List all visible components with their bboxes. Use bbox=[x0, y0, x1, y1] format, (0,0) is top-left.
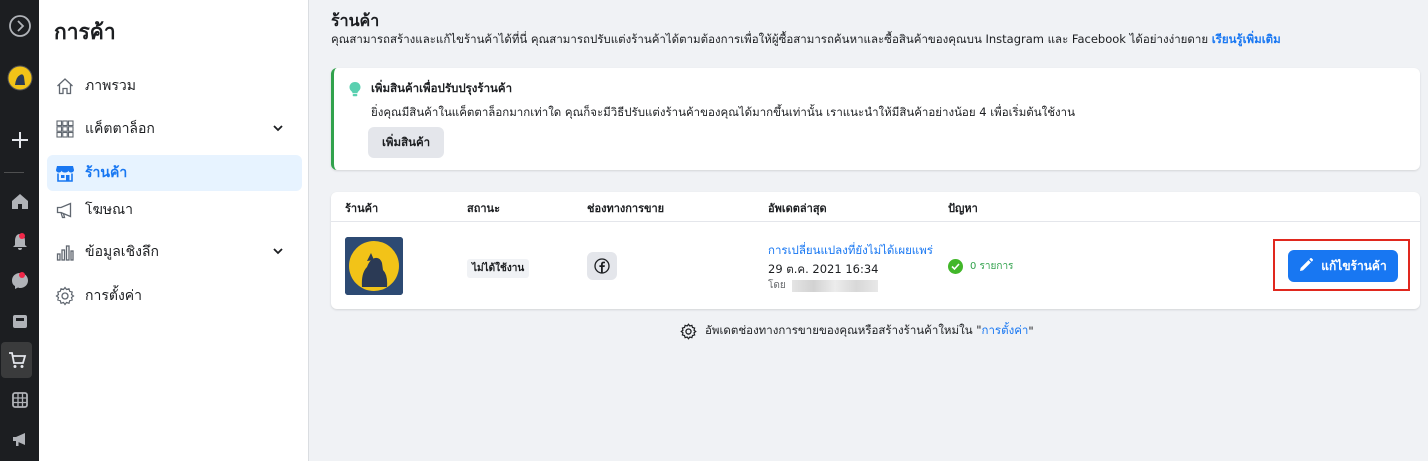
chevron-down-icon[interactable] bbox=[272, 245, 284, 261]
sidebar-item-label: ร้านค้า bbox=[85, 165, 128, 181]
sidebar-item-settings[interactable]: การตั้งค่า bbox=[47, 278, 302, 314]
shops-table: ร้านค้า สถานะ ช่องทางการขาย อัพเดตล่าสุด… bbox=[331, 192, 1420, 309]
compass-icon[interactable] bbox=[0, 8, 39, 44]
storefront-icon bbox=[55, 163, 75, 183]
megaphone-icon bbox=[55, 200, 75, 220]
sidebar-title: การค้า bbox=[54, 20, 116, 44]
updated-by-label: โดย bbox=[768, 280, 786, 291]
edit-shop-label: แก้ไขร้านค้า bbox=[1321, 258, 1387, 273]
column-header-shop: ร้านค้า bbox=[345, 202, 379, 215]
rail-divider bbox=[4, 172, 24, 173]
tip-body: ยิ่งคุณมีสินค้าในแค็ตตาล็อกมากเท่าใด คุณ… bbox=[371, 105, 1075, 119]
issues-count: 0 รายการ bbox=[948, 259, 1013, 274]
tip-title: เพิ่มสินค้าเพื่อปรับปรุงร้านค้า bbox=[371, 81, 513, 95]
cart-icon[interactable] bbox=[1, 342, 32, 378]
table-divider bbox=[331, 221, 1420, 222]
sidebar-item-insights[interactable]: ข้อมูลเชิงลึก bbox=[47, 234, 302, 270]
sidebar-item-ads[interactable]: โฆษณา bbox=[47, 192, 302, 228]
megaphone-icon[interactable] bbox=[0, 421, 39, 457]
profile-icon[interactable] bbox=[0, 60, 39, 96]
check-circle-icon bbox=[948, 259, 963, 274]
chat-icon[interactable] bbox=[0, 263, 39, 299]
page-subtitle: คุณสามารถสร้างและแก้ไขร้านค้าได้ที่นี่ ค… bbox=[331, 31, 1281, 49]
catalog-grid-icon bbox=[55, 119, 75, 139]
pages-icon[interactable] bbox=[0, 303, 39, 339]
grid-icon[interactable] bbox=[0, 382, 39, 418]
home-outline-icon bbox=[55, 76, 75, 96]
unpublished-changes-link[interactable]: การเปลี่ยนแปลงที่ยังไม่ได้เผยแพร่ bbox=[768, 242, 933, 260]
sidebar: การค้า ภาพรวม แค็ตตาล็อก ร้านค้า โฆษณา ข… bbox=[39, 0, 309, 461]
gear-icon bbox=[55, 286, 75, 306]
settings-note: อัพเดตช่องทางการขายของคุณหรือสร้างร้านค้… bbox=[680, 322, 1034, 340]
plus-icon[interactable] bbox=[0, 122, 39, 158]
facebook-icon bbox=[587, 252, 617, 280]
chevron-down-icon[interactable] bbox=[272, 122, 284, 138]
main-content: ร้านค้า คุณสามารถสร้างและแก้ไขร้านค้าได้… bbox=[310, 0, 1428, 461]
app-rail bbox=[0, 0, 39, 461]
pencil-icon bbox=[1299, 257, 1314, 275]
update-date: 29 ต.ค. 2021 16:34 bbox=[768, 262, 879, 276]
learn-more-link[interactable]: เรียนรู้เพิ่มเติม bbox=[1212, 32, 1281, 46]
sidebar-item-label: ภาพรวม bbox=[85, 78, 136, 94]
shop-thumbnail[interactable] bbox=[345, 237, 403, 295]
updated-by: โดย bbox=[768, 278, 878, 293]
issues-count-text: 0 รายการ bbox=[970, 261, 1014, 272]
bar-chart-icon bbox=[55, 242, 75, 262]
sidebar-item-label: การตั้งค่า bbox=[85, 288, 143, 304]
column-header-issues: ปัญหา bbox=[948, 202, 978, 215]
lightbulb-icon bbox=[348, 81, 362, 101]
notification-dot bbox=[19, 233, 25, 239]
edit-shop-button[interactable]: แก้ไขร้านค้า bbox=[1288, 250, 1398, 282]
tip-card: เพิ่มสินค้าเพื่อปรับปรุงร้านค้า ยิ่งคุณม… bbox=[331, 68, 1420, 170]
sidebar-item-label: ข้อมูลเชิงลึก bbox=[85, 244, 159, 260]
settings-note-suffix: " bbox=[1028, 324, 1034, 338]
message-dot bbox=[19, 272, 25, 278]
sidebar-item-shops[interactable]: ร้านค้า bbox=[47, 155, 302, 191]
gear-icon bbox=[680, 322, 697, 340]
column-header-last-updated: อัพเดตล่าสุด bbox=[768, 202, 827, 215]
page-subtitle-text: คุณสามารถสร้างและแก้ไขร้านค้าได้ที่นี่ ค… bbox=[331, 32, 1209, 46]
column-header-status: สถานะ bbox=[467, 202, 500, 215]
sidebar-item-label: แค็ตตาล็อก bbox=[85, 121, 155, 137]
sidebar-item-label: โฆษณา bbox=[85, 202, 133, 218]
settings-link[interactable]: การตั้งค่า bbox=[982, 322, 1029, 340]
sidebar-item-catalog[interactable]: แค็ตตาล็อก bbox=[47, 111, 302, 147]
settings-note-text: อัพเดตช่องทางการขายของคุณหรือสร้างร้านค้… bbox=[705, 323, 982, 337]
status-badge: ไม่ได้ใช้งาน bbox=[467, 259, 530, 278]
add-product-button[interactable]: เพิ่มสินค้า bbox=[368, 127, 445, 158]
redacted-name bbox=[791, 279, 878, 292]
sidebar-item-overview[interactable]: ภาพรวม bbox=[47, 68, 302, 104]
bell-icon[interactable] bbox=[0, 224, 39, 260]
home-icon[interactable] bbox=[0, 183, 39, 219]
column-header-channels: ช่องทางการขาย bbox=[587, 202, 665, 215]
